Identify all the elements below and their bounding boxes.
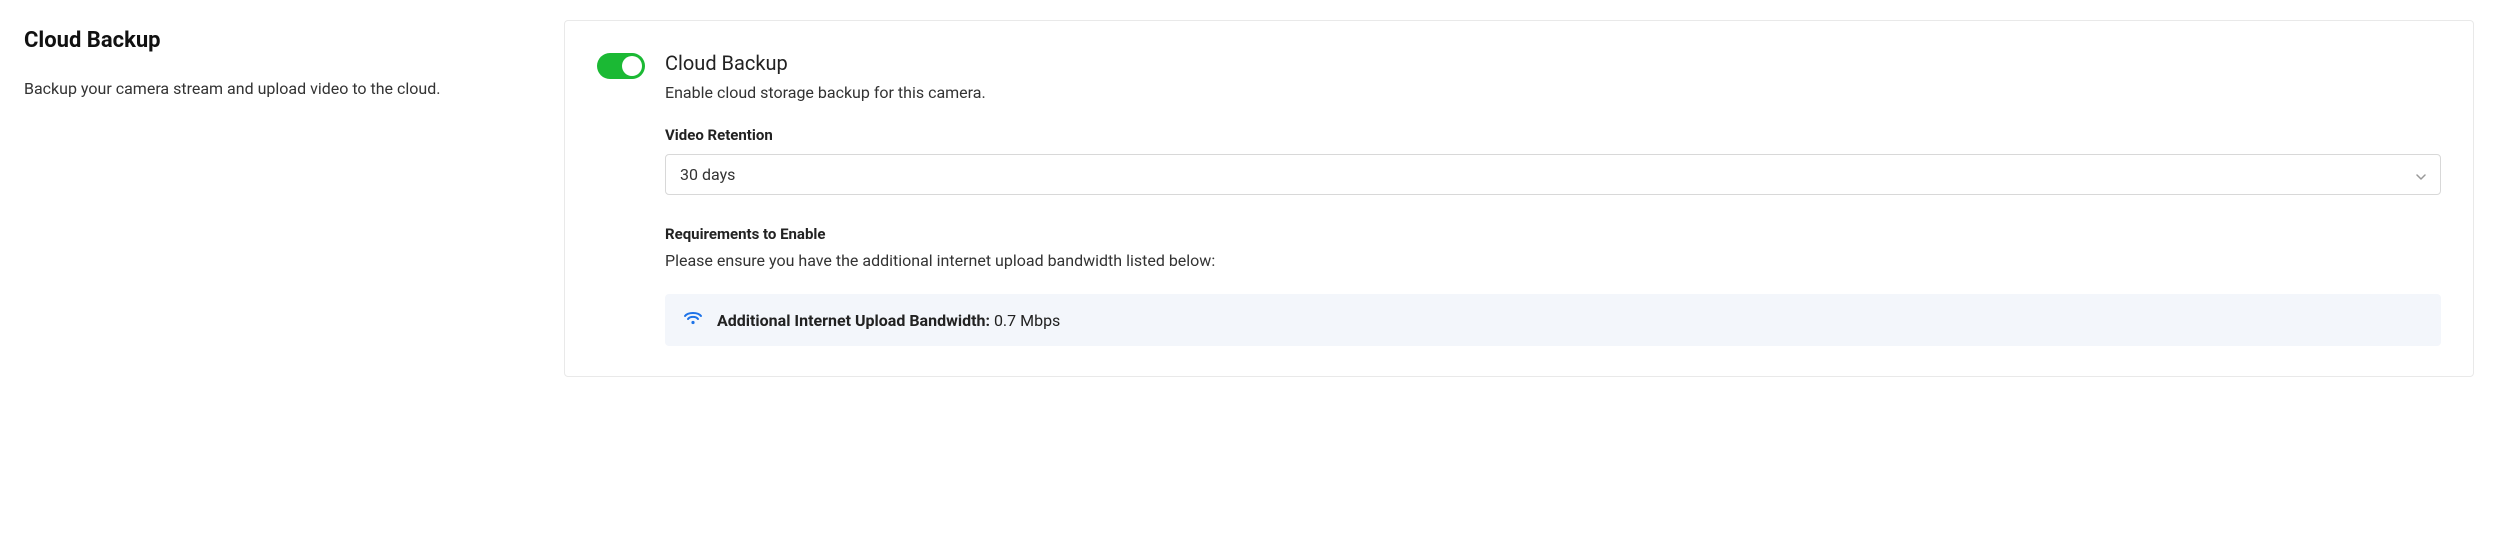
toggle-title: Cloud Backup bbox=[665, 51, 2441, 75]
cloud-backup-toggle-row: Cloud Backup Enable cloud storage backup… bbox=[597, 51, 2441, 346]
section-header-column: Cloud Backup Backup your camera stream a… bbox=[24, 20, 524, 101]
settings-layout: Cloud Backup Backup your camera stream a… bbox=[24, 20, 2474, 377]
bandwidth-text: Additional Internet Upload Bandwidth: 0.… bbox=[717, 311, 1060, 330]
settings-card: Cloud Backup Enable cloud storage backup… bbox=[564, 20, 2474, 377]
section-description: Backup your camera stream and upload vid… bbox=[24, 77, 524, 101]
video-retention-select-wrap: 30 days bbox=[665, 154, 2441, 195]
wifi-icon bbox=[683, 310, 703, 330]
toggle-knob bbox=[622, 56, 642, 76]
requirements-description: Please ensure you have the additional in… bbox=[665, 251, 2441, 270]
requirements-title: Requirements to Enable bbox=[665, 225, 2441, 243]
toggle-content: Cloud Backup Enable cloud storage backup… bbox=[665, 51, 2441, 346]
bandwidth-value: 0.7 Mbps bbox=[994, 311, 1060, 330]
toggle-description: Enable cloud storage backup for this cam… bbox=[665, 83, 2441, 102]
bandwidth-label: Additional Internet Upload Bandwidth: bbox=[717, 311, 990, 330]
cloud-backup-toggle[interactable] bbox=[597, 53, 645, 79]
video-retention-select[interactable]: 30 days bbox=[665, 154, 2441, 195]
video-retention-value: 30 days bbox=[680, 165, 735, 184]
bandwidth-info-box: Additional Internet Upload Bandwidth: 0.… bbox=[665, 294, 2441, 346]
chevron-down-icon bbox=[2416, 165, 2426, 184]
section-title: Cloud Backup bbox=[24, 28, 524, 53]
video-retention-label: Video Retention bbox=[665, 126, 2441, 144]
